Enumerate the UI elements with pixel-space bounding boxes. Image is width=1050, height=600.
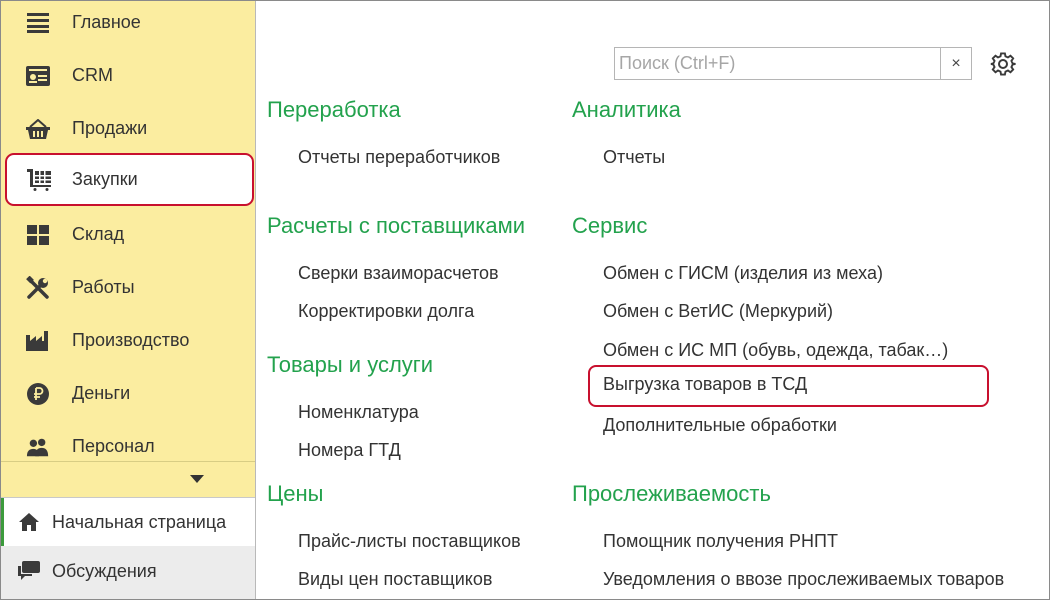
sidebar-item-label: Производство bbox=[72, 330, 190, 350]
discussions-label: Обсуждения bbox=[52, 560, 157, 581]
bottom-navigation: Начальная страница Обсуждения bbox=[1, 497, 255, 599]
chevron-down-icon bbox=[190, 475, 204, 483]
chat-icon bbox=[18, 560, 40, 582]
link-supplier-price-types[interactable]: Виды цен поставщиков bbox=[298, 569, 492, 590]
section-title-goods-services: Товары и услуги bbox=[267, 352, 434, 377]
link-mutual-settlements[interactable]: Сверки взаиморасчетов bbox=[298, 263, 499, 284]
home-page-button[interactable]: Начальная страница bbox=[1, 498, 255, 546]
clear-search-button[interactable]: × bbox=[940, 48, 971, 79]
menu-icon bbox=[26, 11, 50, 35]
section-panel: × Переработка Отчеты переработчиков Расч… bbox=[256, 1, 1049, 599]
sidebar-item-label: Продажи bbox=[72, 118, 148, 138]
section-title-prices: Цены bbox=[267, 481, 324, 506]
ruble-icon bbox=[26, 382, 50, 406]
sidebar-item-money[interactable]: Деньги bbox=[1, 367, 255, 420]
app-window: Главное CRM Продажи Закупки Склад Работы… bbox=[0, 0, 1050, 600]
sidebar-item-works[interactable]: Работы bbox=[1, 261, 255, 314]
people-icon bbox=[26, 435, 50, 459]
factory-icon bbox=[26, 329, 50, 353]
crm-card-icon bbox=[26, 64, 50, 88]
sidebar-item-main[interactable]: Главное bbox=[1, 1, 255, 49]
link-nomenclature[interactable]: Номенклатура bbox=[298, 402, 419, 423]
gear-icon[interactable] bbox=[990, 51, 1016, 77]
discussions-button[interactable]: Обсуждения bbox=[1, 547, 255, 595]
section-title-pererabotka: Переработка bbox=[267, 97, 401, 122]
sidebar-item-label: Закупки bbox=[72, 169, 138, 189]
sidebar-more-button[interactable] bbox=[1, 461, 255, 498]
section-title-traceability: Прослеживаемость bbox=[572, 481, 771, 506]
basket-icon bbox=[26, 117, 50, 141]
link-exchange-gism[interactable]: Обмен с ГИСМ (изделия из меха) bbox=[603, 263, 883, 284]
sidebar-item-label: CRM bbox=[72, 65, 113, 85]
sidebar-item-purchases[interactable]: Закупки bbox=[5, 153, 254, 206]
section-title-service: Сервис bbox=[572, 213, 648, 238]
link-import-notifications[interactable]: Уведомления о ввозе прослеживаемых товар… bbox=[603, 569, 1004, 590]
sidebar-item-production[interactable]: Производство bbox=[1, 314, 255, 367]
sidebar-item-crm[interactable]: CRM bbox=[1, 49, 255, 102]
cart-icon bbox=[27, 168, 51, 192]
sidebar-item-label: Склад bbox=[72, 224, 125, 244]
link-export-goods-tsd[interactable]: Выгрузка товаров в ТСД bbox=[588, 365, 989, 407]
link-reports[interactable]: Отчеты bbox=[603, 147, 665, 168]
tools-icon bbox=[26, 275, 50, 300]
sidebar-item-label: Работы bbox=[72, 277, 135, 297]
warehouse-icon bbox=[26, 223, 50, 247]
home-page-label: Начальная страница bbox=[52, 511, 227, 532]
link-supplier-price-lists[interactable]: Прайс-листы поставщиков bbox=[298, 531, 521, 552]
sections-sidebar: Главное CRM Продажи Закупки Склад Работы… bbox=[1, 1, 256, 599]
sidebar-item-label: Персонал bbox=[72, 436, 155, 456]
sidebar-item-label: Главное bbox=[72, 12, 141, 32]
link-processor-reports[interactable]: Отчеты переработчиков bbox=[298, 147, 500, 168]
link-exchange-vetis[interactable]: Обмен с ВетИС (Меркурий) bbox=[603, 301, 833, 322]
link-rnpt-assistant[interactable]: Помощник получения РНПТ bbox=[603, 531, 838, 552]
search-input[interactable] bbox=[615, 48, 947, 79]
search-box: × bbox=[614, 47, 972, 80]
link-debt-adjustments[interactable]: Корректировки долга bbox=[298, 301, 474, 322]
sidebar-item-label: Деньги bbox=[72, 383, 131, 403]
link-additional-processing[interactable]: Дополнительные обработки bbox=[603, 415, 837, 436]
home-icon bbox=[18, 511, 40, 533]
sidebar-item-warehouse[interactable]: Склад bbox=[1, 208, 255, 261]
section-title-supplier-settlements: Расчеты с поставщиками bbox=[267, 213, 526, 238]
link-exchange-is-mp[interactable]: Обмен с ИС МП (обувь, одежда, табак…) bbox=[603, 340, 948, 361]
link-gtd-numbers[interactable]: Номера ГТД bbox=[298, 440, 401, 461]
sidebar-item-sales[interactable]: Продажи bbox=[1, 102, 255, 155]
section-title-analytics: Аналитика bbox=[572, 97, 681, 122]
